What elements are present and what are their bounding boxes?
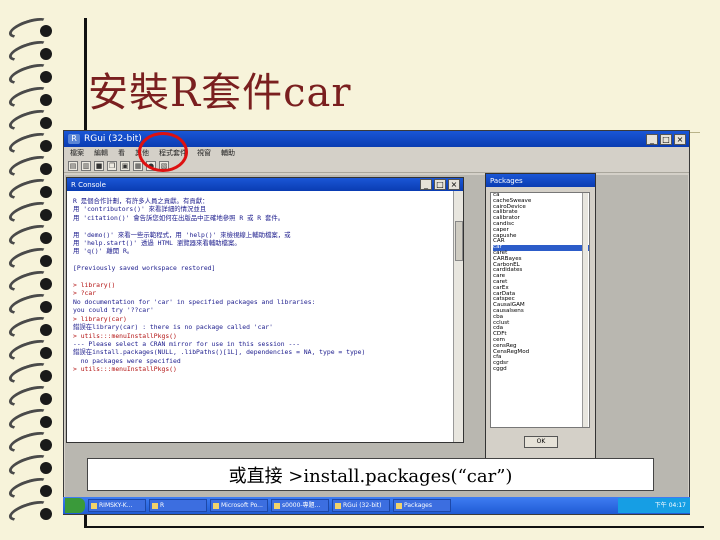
console-line: 用 'citation()' 會告訴您如何在出版品中正確地參照 R 或 R 套件… bbox=[73, 213, 285, 222]
package-list-item[interactable]: cggd bbox=[493, 366, 589, 373]
taskbar-item[interactable]: RIMSKY-K... bbox=[88, 499, 146, 512]
package-list-scrollbar[interactable] bbox=[582, 193, 588, 427]
spiral-ring bbox=[4, 82, 56, 112]
console-line: [Previously saved workspace restored] bbox=[73, 264, 216, 273]
package-list[interactable]: ca cacheSweave cairoDevice calibrate calibra… bbox=[490, 192, 590, 428]
packages-titlebar[interactable]: Packages bbox=[486, 174, 595, 187]
close-button[interactable]: × bbox=[674, 133, 686, 145]
open-script-icon[interactable]: ▤ bbox=[68, 160, 78, 171]
spiral-ring bbox=[4, 105, 56, 135]
spiral-ring bbox=[4, 266, 56, 296]
page-edge-bottom bbox=[84, 526, 704, 528]
spiral-ring bbox=[4, 473, 56, 503]
r-logo-icon: R bbox=[68, 134, 80, 144]
console-line: 錯誤在library(car) : there is no package ca… bbox=[73, 323, 274, 332]
console-line: No documentation for 'car' in specified … bbox=[73, 297, 316, 306]
r-console-window[interactable]: R Console _ □ × R 是個合作計劃，有許多人員之貢獻。有貢獻：用 … bbox=[66, 177, 464, 443]
packages-dialog[interactable]: Packages ca cacheSweave cairoDevice calibra… bbox=[485, 173, 596, 459]
taskbar-item[interactable]: Packages bbox=[393, 499, 451, 512]
ok-button[interactable]: OK bbox=[524, 436, 558, 448]
spiral-ring bbox=[4, 496, 56, 526]
spiral-ring bbox=[4, 450, 56, 480]
spiral-ring bbox=[4, 427, 56, 457]
save-icon[interactable]: ■ bbox=[94, 160, 104, 171]
menu-help[interactable]: 輔助 bbox=[221, 148, 235, 158]
spiral-ring bbox=[4, 404, 56, 434]
menu-edit[interactable]: 編輯 bbox=[94, 148, 108, 158]
console-line: no packages were specified bbox=[73, 356, 181, 365]
console-scrollbar[interactable] bbox=[453, 191, 463, 442]
console-minimize-button[interactable]: _ bbox=[420, 179, 432, 190]
rgui-title: RGui (32-bit) bbox=[84, 134, 142, 144]
load-workspace-icon[interactable]: ▥ bbox=[81, 160, 91, 171]
console-maximize-button[interactable]: □ bbox=[434, 179, 446, 190]
spiral-ring bbox=[4, 36, 56, 66]
spiral-binding bbox=[0, 0, 60, 540]
menu-windows[interactable]: 視窗 bbox=[197, 148, 211, 158]
paste-icon[interactable]: ▣ bbox=[120, 160, 130, 171]
spiral-ring bbox=[4, 335, 56, 365]
r-console-output[interactable]: R 是個合作計劃，有許多人員之貢獻。有貢獻：用 'contributors()'… bbox=[69, 193, 449, 440]
taskbar-item[interactable]: s0000-專題... bbox=[271, 499, 329, 512]
spiral-ring bbox=[4, 289, 56, 319]
spiral-ring bbox=[4, 381, 56, 411]
console-line: 用 'demo()' 來看一些示範程式，用 'help()' 來檢視線上輔助檔案… bbox=[73, 230, 291, 239]
minimize-button[interactable]: _ bbox=[646, 133, 658, 145]
console-line: > library() bbox=[73, 281, 116, 290]
packages-title: Packages bbox=[490, 176, 523, 185]
console-line: 用 'q()' 離開 R。 bbox=[73, 247, 134, 256]
console-scroll-thumb[interactable] bbox=[455, 221, 463, 261]
spiral-ring bbox=[4, 128, 56, 158]
menu-file[interactable]: 檔案 bbox=[70, 148, 84, 158]
spiral-ring bbox=[4, 312, 56, 342]
taskbar-item[interactable]: R bbox=[149, 499, 207, 512]
system-tray-clock: 下午 04:17 bbox=[618, 498, 690, 513]
spiral-ring bbox=[4, 243, 56, 273]
console-line: > library(car) bbox=[73, 314, 127, 323]
copy-icon[interactable]: ❐ bbox=[107, 160, 117, 171]
spiral-ring bbox=[4, 220, 56, 250]
taskbar: RIMSKY-K... R Microsoft Po... s0000-專題..… bbox=[63, 497, 690, 514]
console-line: 用 'contributors()' 來看詳細的情況並且 bbox=[73, 205, 207, 214]
spiral-ring bbox=[4, 358, 56, 388]
console-line: you could try '??car' bbox=[73, 306, 154, 315]
spiral-ring bbox=[4, 59, 56, 89]
console-line: > utils:::menuInstallPkgs() bbox=[73, 365, 177, 374]
console-close-button[interactable]: × bbox=[448, 179, 460, 190]
taskbar-item[interactable]: Microsoft Po... bbox=[210, 499, 268, 512]
r-console-title: R Console bbox=[71, 180, 106, 189]
slide-title: 安裝R套件car bbox=[88, 70, 352, 116]
maximize-button[interactable]: □ bbox=[660, 133, 672, 145]
console-line: > utils:::menuInstallPkgs() bbox=[73, 331, 177, 340]
spiral-ring bbox=[4, 174, 56, 204]
highlight-circle bbox=[138, 132, 188, 172]
spiral-ring bbox=[4, 151, 56, 181]
spiral-ring bbox=[4, 13, 56, 43]
console-line: 錯誤在install.packages(NULL, .libPaths()[1L… bbox=[73, 348, 366, 357]
taskbar-item[interactable]: RGui (32-bit) bbox=[332, 499, 390, 512]
start-button[interactable] bbox=[65, 498, 85, 513]
menu-view[interactable]: 看 bbox=[118, 148, 125, 158]
caption-box: 或直接 >install.packages(“car”) bbox=[87, 458, 654, 491]
r-console-titlebar[interactable]: R Console _ □ × bbox=[67, 178, 463, 191]
spiral-ring bbox=[4, 197, 56, 227]
console-line: > ?car bbox=[73, 289, 97, 298]
